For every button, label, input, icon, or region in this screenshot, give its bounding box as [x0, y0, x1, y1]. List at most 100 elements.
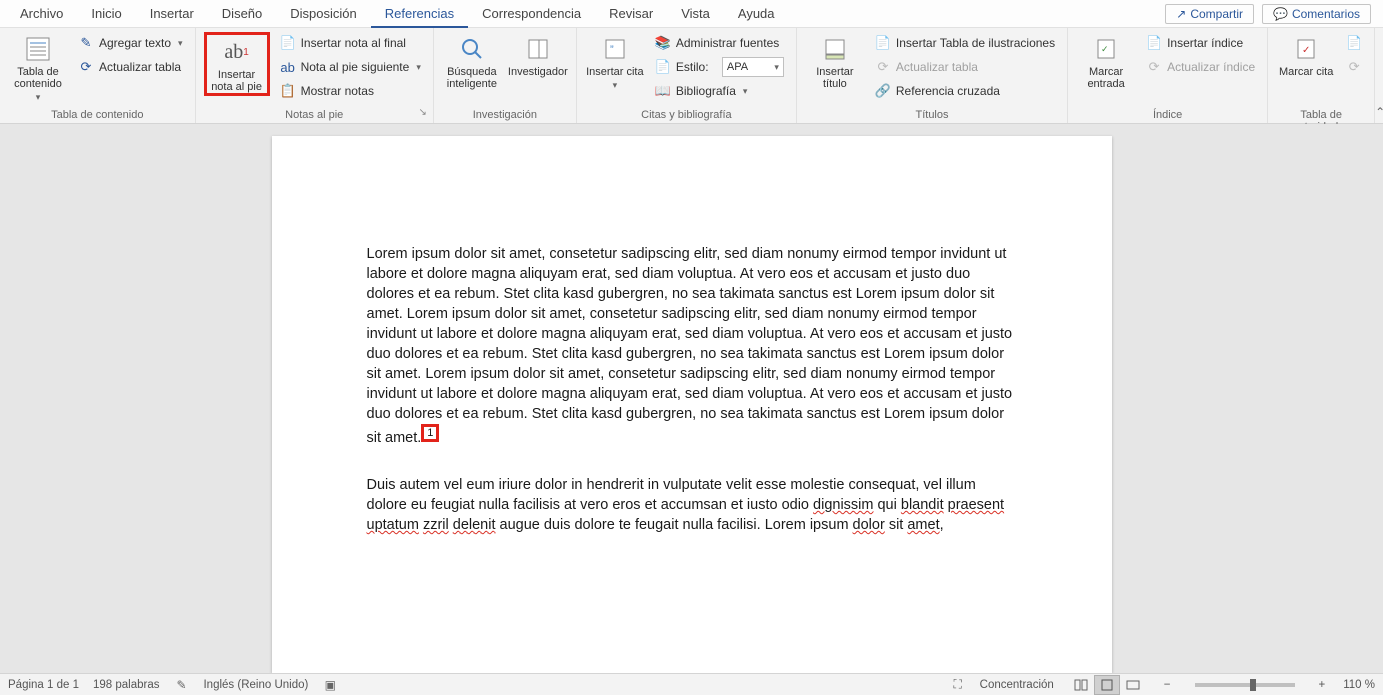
group-research: Búsqueda inteligente Investigador Invest… — [434, 28, 577, 123]
comment-icon: 💬 — [1273, 7, 1288, 21]
bibliography-button[interactable]: 📖Bibliografía▾ — [651, 80, 788, 102]
insert-footnote-button[interactable]: ab1 Insertar nota al pie — [204, 32, 270, 96]
tab-archivo[interactable]: Archivo — [6, 0, 77, 27]
update-captions-button[interactable]: ⟳Actualizar tabla — [871, 56, 1059, 78]
researcher-button[interactable]: Investigador — [508, 32, 568, 78]
group-index-label: Índice — [1076, 107, 1259, 121]
tof-icon: 📄 — [875, 35, 891, 51]
citation-style-select[interactable]: 📄Estilo: APA▾ — [651, 56, 788, 78]
style-icon: 📄 — [655, 59, 671, 75]
group-citations: ” Insertar cita▾ 📚Administrar fuentes 📄E… — [577, 28, 797, 123]
group-footnotes-label: Notas al pie↘ — [204, 107, 425, 121]
bibliography-icon: 📖 — [655, 83, 671, 99]
insert-citation-button[interactable]: ” Insertar cita▾ — [585, 32, 645, 91]
add-text-button[interactable]: ✎Agregar texto▾ — [74, 32, 187, 54]
footnote-marker[interactable]: 1 — [421, 424, 439, 442]
citation-icon: ” — [600, 34, 630, 64]
page[interactable]: Lorem ipsum dolor sit amet, consetetur s… — [272, 136, 1112, 673]
insert-endnote-button[interactable]: 📄Insertar nota al final — [276, 32, 425, 54]
search-icon — [457, 34, 487, 64]
group-toa: ✓ Marcar cita 📄 ⟳ Tabla de autoridades — [1268, 28, 1375, 123]
document-area[interactable]: Lorem ipsum dolor sit amet, consetetur s… — [0, 124, 1383, 673]
mark-entry-icon: ✓ — [1091, 34, 1121, 64]
view-print-button[interactable] — [1094, 675, 1120, 695]
group-footnotes: ab1 Insertar nota al pie 📄Insertar nota … — [196, 28, 434, 123]
group-toc: Tabla de contenido▾ ✎Agregar texto▾ ⟳Act… — [0, 28, 196, 123]
update-toa-button[interactable]: ⟳ — [1342, 56, 1366, 78]
paragraph-1[interactable]: Lorem ipsum dolor sit amet, consetetur s… — [367, 244, 1017, 448]
mark-citation-button[interactable]: ✓ Marcar cita — [1276, 32, 1336, 78]
insert-caption-button[interactable]: Insertar título — [805, 32, 865, 90]
show-notes-button[interactable]: 📋Mostrar notas — [276, 80, 425, 102]
share-button[interactable]: ↗Compartir — [1165, 4, 1254, 24]
tab-inicio[interactable]: Inicio — [77, 0, 135, 27]
footnote-icon: ab1 — [222, 37, 252, 67]
group-toa-label: Tabla de autoridades — [1276, 107, 1366, 121]
add-text-icon: ✎ — [78, 35, 94, 51]
toc-button[interactable]: Tabla de contenido▾ — [8, 32, 68, 103]
update-icon: ⟳ — [78, 59, 94, 75]
update-icon: ⟳ — [1146, 59, 1162, 75]
status-words[interactable]: 198 palabras — [93, 679, 160, 691]
comments-button[interactable]: 💬Comentarios — [1262, 4, 1371, 24]
group-research-label: Investigación — [442, 107, 568, 121]
sources-icon: 📚 — [655, 35, 671, 51]
insert-toa-button[interactable]: 📄 — [1342, 32, 1366, 54]
tab-disposicion[interactable]: Disposición — [276, 0, 370, 27]
update-toc-button[interactable]: ⟳Actualizar tabla — [74, 56, 187, 78]
tab-insertar[interactable]: Insertar — [136, 0, 208, 27]
tab-diseno[interactable]: Diseño — [208, 0, 276, 27]
status-language[interactable]: Inglés (Reino Unido) — [203, 679, 308, 691]
svg-text:✓: ✓ — [1302, 45, 1310, 56]
group-citations-label: Citas y bibliografía — [585, 107, 788, 121]
toa-icon: 📄 — [1346, 35, 1362, 51]
smart-lookup-button[interactable]: Búsqueda inteligente — [442, 32, 502, 90]
macro-icon[interactable]: ▣ — [322, 677, 338, 693]
update-icon: ⟳ — [1346, 59, 1362, 75]
zoom-level[interactable]: 110 % — [1343, 679, 1375, 691]
zoom-out-button[interactable]: − — [1160, 679, 1175, 691]
tab-revisar[interactable]: Revisar — [595, 0, 667, 27]
svg-text:”: ” — [610, 44, 614, 56]
group-toc-label: Tabla de contenido — [8, 107, 187, 121]
next-footnote-button[interactable]: abNota al pie siguiente▾ — [276, 56, 425, 78]
focus-mode-icon[interactable]: ⛶ — [950, 677, 966, 693]
menu-tabs: Archivo Inicio Insertar Diseño Disposici… — [0, 0, 1383, 28]
view-buttons — [1068, 675, 1146, 695]
tab-correspondencia[interactable]: Correspondencia — [468, 0, 595, 27]
footnotes-launcher[interactable]: ↘ — [418, 107, 426, 118]
mark-entry-button[interactable]: ✓ Marcar entrada — [1076, 32, 1136, 90]
svg-text:✓: ✓ — [1101, 44, 1109, 54]
group-captions-label: Títulos — [805, 107, 1059, 121]
cross-ref-button[interactable]: 🔗Referencia cruzada — [871, 80, 1059, 102]
cross-ref-icon: 🔗 — [875, 83, 891, 99]
next-footnote-icon: ab — [280, 59, 296, 75]
update-icon: ⟳ — [875, 59, 891, 75]
researcher-icon — [523, 34, 553, 64]
status-page[interactable]: Página 1 de 1 — [8, 679, 79, 691]
insert-index-button[interactable]: 📄Insertar índice — [1142, 32, 1259, 54]
zoom-in-button[interactable]: + — [1315, 679, 1330, 691]
manage-sources-button[interactable]: 📚Administrar fuentes — [651, 32, 788, 54]
index-icon: 📄 — [1146, 35, 1162, 51]
spellcheck-icon[interactable]: ✎ — [173, 677, 189, 693]
paragraph-2[interactable]: Duis autem vel eum iriure dolor in hendr… — [367, 475, 1017, 535]
insert-tof-button[interactable]: 📄Insertar Tabla de ilustraciones — [871, 32, 1059, 54]
group-captions: Insertar título 📄Insertar Tabla de ilust… — [797, 28, 1068, 123]
zoom-thumb[interactable] — [1250, 679, 1256, 691]
status-focus[interactable]: Concentración — [980, 679, 1054, 691]
tab-referencias[interactable]: Referencias — [371, 1, 468, 28]
zoom-slider[interactable] — [1195, 683, 1295, 687]
share-icon: ↗ — [1176, 7, 1186, 21]
caption-icon — [820, 34, 850, 64]
tab-ayuda[interactable]: Ayuda — [724, 0, 789, 27]
group-index: ✓ Marcar entrada 📄Insertar índice ⟳Actua… — [1068, 28, 1268, 123]
collapse-ribbon-button[interactable]: ⌃ — [1375, 28, 1383, 123]
view-web-button[interactable] — [1120, 675, 1146, 695]
endnote-icon: 📄 — [280, 35, 296, 51]
mark-citation-icon: ✓ — [1291, 34, 1321, 64]
tab-vista[interactable]: Vista — [667, 0, 724, 27]
statusbar: Página 1 de 1 198 palabras ✎ Inglés (Rei… — [0, 673, 1383, 695]
update-index-button[interactable]: ⟳Actualizar índice — [1142, 56, 1259, 78]
view-read-button[interactable] — [1068, 675, 1094, 695]
